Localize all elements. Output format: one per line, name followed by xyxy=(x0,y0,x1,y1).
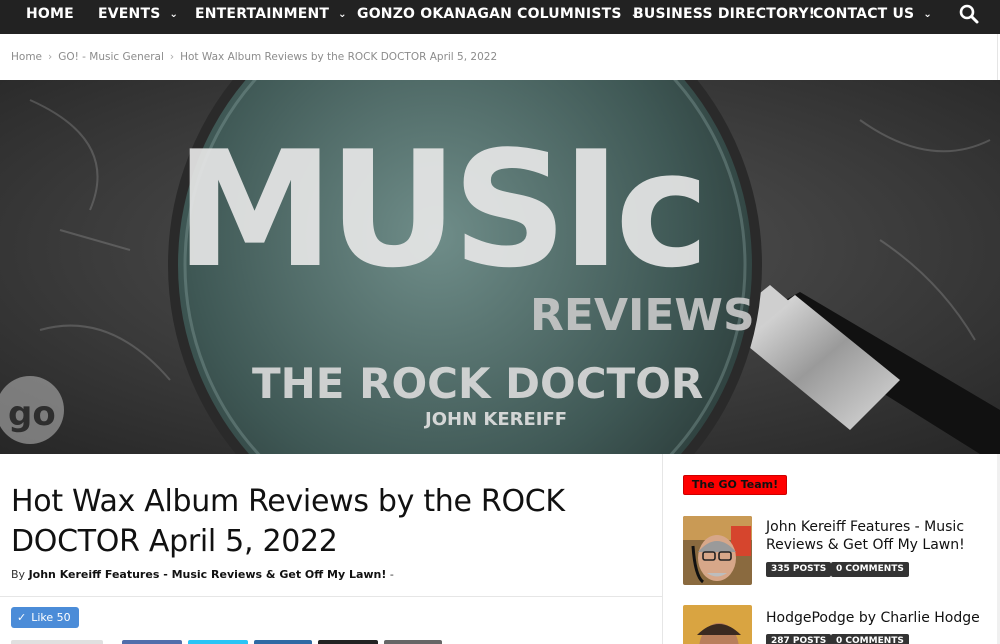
search-icon[interactable] xyxy=(958,3,980,25)
breadcrumb-separator: › xyxy=(169,51,175,63)
hero-host-name: JOHN KEREIFF xyxy=(423,409,567,430)
go-team-badge: The GO Team! xyxy=(683,475,787,495)
breadcrumb-home[interactable]: Home xyxy=(11,51,42,63)
hero-image: MUSIc REVIEWS THE ROCK DOCTOR JOHN KEREI… xyxy=(0,80,1000,454)
share-counter xyxy=(11,640,103,644)
page-edge xyxy=(997,34,998,80)
chevron-down-icon: ⌄ xyxy=(169,9,179,20)
hero-title-art: MUSIc xyxy=(175,116,704,303)
nav-item-label: HOME xyxy=(26,6,74,22)
like-count: 50 xyxy=(56,611,71,624)
comment-count-badge: 0 COMMENTS xyxy=(831,562,909,577)
nav-item-home[interactable]: HOME xyxy=(26,0,74,34)
email-share-button[interactable] xyxy=(318,640,378,644)
chevron-down-icon: ⌄ xyxy=(923,9,932,20)
byline-suffix: - xyxy=(389,568,394,581)
author-photo xyxy=(683,605,752,644)
author-link[interactable]: John Kereiff Features - Music Reviews & … xyxy=(29,568,387,581)
nav-item-contact[interactable]: CONTACT US ⌄ xyxy=(813,0,932,34)
nav-item-entertainment[interactable]: ENTERTAINMENT ⌄ xyxy=(195,0,347,34)
breadcrumb-category[interactable]: GO! - Music General xyxy=(58,51,164,63)
nav-item-columnists[interactable]: GONZO OKANAGAN COLUMNISTS ⌄ xyxy=(357,0,639,34)
nav-item-label: BUSINESS DIRECTORY! xyxy=(633,6,816,22)
nav-item-events[interactable]: EVENTS ⌄ xyxy=(98,0,178,34)
byline: By John Kereiff Features - Music Reviews… xyxy=(11,568,394,581)
sidebar-divider xyxy=(662,454,663,644)
author-name[interactable]: John Kereiff Features - Music Reviews & … xyxy=(766,518,981,554)
print-share-button[interactable] xyxy=(384,640,442,644)
breadcrumb: Home › GO! - Music General › Hot Wax Album R… xyxy=(11,51,497,63)
avatar[interactable] xyxy=(683,605,752,644)
divider xyxy=(0,596,662,597)
go-logo-text: go xyxy=(8,394,56,434)
nav-item-label: EVENTS xyxy=(98,6,161,22)
thumbs-up-icon: ✓ xyxy=(17,611,27,624)
hero-subtitle: REVIEWS xyxy=(530,290,755,341)
nav-item-label: CONTACT US xyxy=(813,6,915,22)
facebook-share-button[interactable] xyxy=(122,640,182,644)
twitter-share-button[interactable] xyxy=(188,640,248,644)
nav-item-business-directory[interactable]: BUSINESS DIRECTORY! xyxy=(633,0,815,34)
breadcrumb-separator: › xyxy=(48,51,53,63)
nav-item-label: ENTERTAINMENT xyxy=(195,6,330,22)
chevron-down-icon: ⌄ xyxy=(338,9,347,20)
author-card[interactable]: HodgePodge by Charlie Hodge 287 POSTS 0 … xyxy=(683,605,983,644)
author-card[interactable]: John Kereiff Features - Music Reviews & … xyxy=(683,516,983,596)
post-count-badge: 287 POSTS xyxy=(766,634,832,644)
linkedin-share-button[interactable] xyxy=(254,640,312,644)
breadcrumb-current: Hot Wax Album Reviews by the ROCK DOCTOR… xyxy=(180,51,498,63)
comment-count-badge: 0 COMMENTS xyxy=(831,634,909,644)
article-title: Hot Wax Album Reviews by the ROCK DOCTOR… xyxy=(11,484,565,559)
nav-item-label: GONZO OKANAGAN COLUMNISTS xyxy=(357,6,622,22)
facebook-like-button[interactable]: ✓ Like 50 xyxy=(11,607,79,628)
post-count-badge: 335 POSTS xyxy=(766,562,832,577)
author-name[interactable]: HodgePodge by Charlie Hodge xyxy=(766,609,981,627)
top-navigation: HOME EVENTS ⌄ ENTERTAINMENT ⌄ GONZO OKANAG… xyxy=(0,0,1000,34)
avatar[interactable] xyxy=(683,516,752,585)
author-photo xyxy=(683,516,752,585)
music-reviews-banner: MUSIc REVIEWS THE ROCK DOCTOR JOHN KEREI… xyxy=(0,80,1000,454)
like-label: Like xyxy=(31,611,54,624)
hero-show-name: THE ROCK DOCTOR xyxy=(252,359,703,408)
byline-prefix: By xyxy=(11,568,26,581)
